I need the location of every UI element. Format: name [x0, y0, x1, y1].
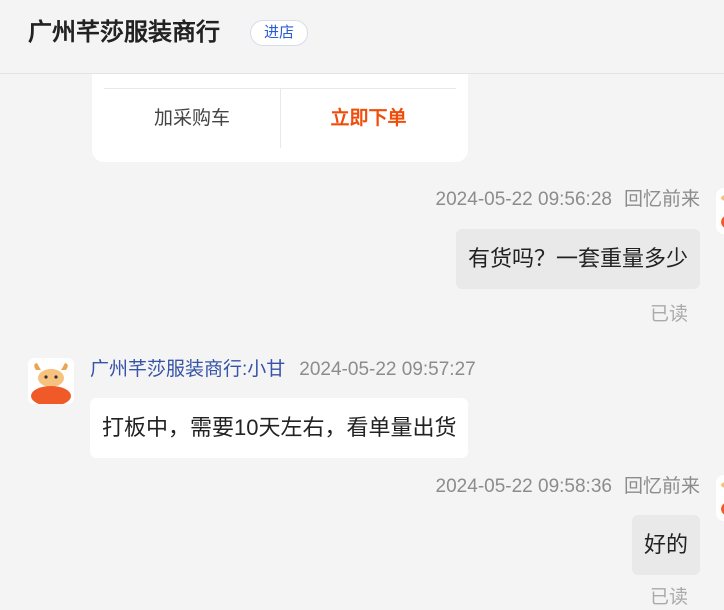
- sender-name: 回忆前来: [623, 189, 700, 210]
- message-meta: 广州芊莎服装商行:小甘 2024-05-22 09:57:27: [90, 358, 476, 382]
- shop-title: 广州芊莎服装商行: [28, 19, 220, 46]
- product-card: 加采购车 立即下单: [92, 74, 468, 162]
- seller-avatar[interactable]: [28, 358, 74, 404]
- avatar[interactable]: [716, 188, 724, 234]
- message-meta: 2024-05-22 09:56:28 回忆前来: [436, 188, 700, 212]
- cow-mascot-avatar-icon: [721, 195, 724, 228]
- message-bubble: 好的: [631, 515, 700, 575]
- cow-mascot-avatar-icon: [721, 482, 724, 515]
- read-status: 已读: [649, 587, 688, 608]
- add-to-cart-button[interactable]: 加采购车: [104, 89, 280, 148]
- chat-header: 广州芊莎服装商行 进店: [0, 0, 724, 74]
- message-meta: 2024-05-22 09:58:36 回忆前来: [436, 475, 700, 499]
- message-timestamp: 2024-05-22 09:56:28: [435, 189, 612, 210]
- message-timestamp: 2024-05-22 09:57:27: [299, 359, 476, 380]
- sender-name[interactable]: 广州芊莎服装商行:小甘: [90, 359, 285, 380]
- message-timestamp: 2024-05-22 09:58:36: [435, 476, 612, 497]
- message-bubble: 打板中，需要10天左右，看单量出货: [90, 398, 469, 458]
- message-bubble: 有货吗？一套重量多少: [455, 229, 700, 289]
- avatar[interactable]: [716, 475, 724, 521]
- sender-name: 回忆前来: [623, 476, 700, 497]
- read-status: 已读: [649, 304, 688, 325]
- cow-mascot-avatar-icon: [31, 363, 71, 404]
- buy-now-button[interactable]: 立即下单: [280, 89, 456, 148]
- enter-store-button[interactable]: 进店: [250, 20, 308, 46]
